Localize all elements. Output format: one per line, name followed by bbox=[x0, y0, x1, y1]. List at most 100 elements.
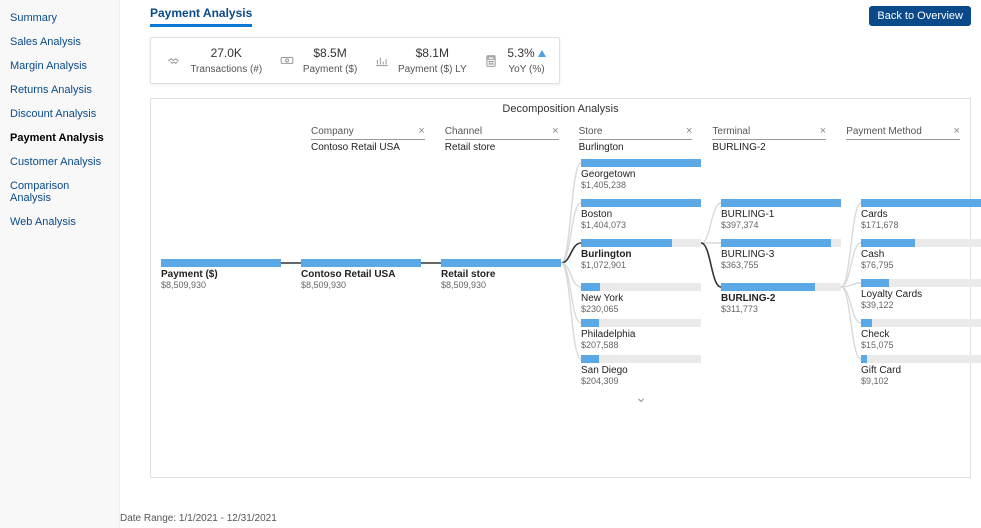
kpi-payment: $8.5M Payment ($) bbox=[277, 46, 357, 75]
node-bar bbox=[581, 355, 701, 363]
tree-node[interactable]: Payment ($)$8,509,930 bbox=[161, 259, 281, 290]
node-label: New York bbox=[581, 293, 701, 304]
sidebar-item-comparison-analysis[interactable]: Comparison Analysis bbox=[0, 174, 119, 210]
sidebar-item-summary[interactable]: Summary bbox=[0, 6, 119, 30]
node-value: $230,065 bbox=[581, 304, 701, 314]
back-to-overview-button[interactable]: Back to Overview bbox=[869, 6, 971, 26]
sidebar-item-returns-analysis[interactable]: Returns Analysis bbox=[0, 78, 119, 102]
tree-node[interactable]: Contoso Retail USA$8,509,930 bbox=[301, 259, 421, 290]
node-label: Georgetown bbox=[581, 169, 701, 180]
node-value: $15,075 bbox=[861, 340, 981, 350]
tree-node[interactable]: Burlington$1,072,901 bbox=[581, 239, 701, 270]
tree-node[interactable]: Retail store$8,509,930 bbox=[441, 259, 561, 290]
tree-node[interactable]: BURLING-2$311,773 bbox=[721, 283, 841, 314]
breadcrumb-level: Terminal bbox=[712, 126, 750, 137]
node-bar bbox=[721, 283, 841, 291]
close-icon[interactable]: × bbox=[820, 125, 826, 137]
node-value: $8,509,930 bbox=[441, 280, 561, 290]
breadcrumb-level: Company bbox=[311, 126, 354, 137]
node-value: $1,404,073 bbox=[581, 220, 701, 230]
sidebar-item-customer-analysis[interactable]: Customer Analysis bbox=[0, 150, 119, 174]
node-bar bbox=[861, 239, 981, 247]
node-value: $76,795 bbox=[861, 260, 981, 270]
chevron-down-icon[interactable]: ⌄ bbox=[635, 389, 647, 528]
tree-node[interactable]: BURLING-3$363,755 bbox=[721, 239, 841, 270]
kpi-transactions: 27.0K Transactions (#) bbox=[164, 46, 262, 75]
tree-node[interactable]: Georgetown$1,405,238 bbox=[581, 159, 701, 190]
node-bar bbox=[861, 199, 981, 207]
kpi-value: $8.5M bbox=[303, 46, 357, 60]
breadcrumb-value bbox=[846, 140, 960, 142]
node-label: Philadelphia bbox=[581, 329, 701, 340]
kpi-payment-ly: $8.1M Payment ($) LY bbox=[372, 46, 467, 75]
node-value: $8,509,930 bbox=[301, 280, 421, 290]
tree-node[interactable]: Philadelphia$207,588 bbox=[581, 319, 701, 350]
node-value: $9,102 bbox=[861, 376, 981, 386]
cash-icon bbox=[277, 51, 297, 71]
breadcrumb-level: Store bbox=[579, 126, 603, 137]
sidebar-item-margin-analysis[interactable]: Margin Analysis bbox=[0, 54, 119, 78]
node-bar bbox=[581, 239, 701, 247]
node-label: BURLING-2 bbox=[721, 293, 841, 304]
node-bar bbox=[861, 279, 981, 287]
node-bar bbox=[721, 239, 841, 247]
sidebar-item-web-analysis[interactable]: Web Analysis bbox=[0, 210, 119, 234]
tree-node[interactable]: Check$15,075 bbox=[861, 319, 981, 350]
kpi-card: 27.0K Transactions (#) $8.5M Payment ($) bbox=[150, 37, 560, 84]
kpi-label: Transactions (#) bbox=[190, 64, 262, 75]
tree-node[interactable]: Gift Card$9,102 bbox=[861, 355, 981, 386]
node-value: $1,405,238 bbox=[581, 180, 701, 190]
kpi-value: 5.3% bbox=[507, 46, 545, 60]
calculator-icon bbox=[481, 51, 501, 71]
node-label: Boston bbox=[581, 209, 701, 220]
decomposition-title: Decomposition Analysis bbox=[151, 99, 970, 115]
tree-node[interactable]: BURLING-1$397,374 bbox=[721, 199, 841, 230]
tree-node[interactable]: Boston$1,404,073 bbox=[581, 199, 701, 230]
node-label: Loyalty Cards bbox=[861, 289, 981, 300]
breadcrumb-channel[interactable]: Channel×Retail store bbox=[445, 123, 559, 153]
main: Payment Analysis Back to Overview 27.0K … bbox=[120, 0, 981, 528]
node-bar bbox=[581, 199, 701, 207]
trend-up-icon bbox=[538, 50, 546, 57]
breadcrumb-value: Contoso Retail USA bbox=[311, 140, 425, 153]
node-label: Contoso Retail USA bbox=[301, 269, 421, 280]
tree-node[interactable]: Loyalty Cards$39,122 bbox=[861, 279, 981, 310]
node-value: $8,509,930 bbox=[161, 280, 281, 290]
sidebar-item-sales-analysis[interactable]: Sales Analysis bbox=[0, 30, 119, 54]
node-label: San Diego bbox=[581, 365, 701, 376]
tree-node[interactable]: Cards$171,678 bbox=[861, 199, 981, 230]
node-value: $1,072,901 bbox=[581, 260, 701, 270]
tree-node[interactable]: Cash$76,795 bbox=[861, 239, 981, 270]
handshake-icon bbox=[164, 51, 184, 71]
kpi-label: Payment ($) LY bbox=[398, 64, 467, 75]
node-label: Check bbox=[861, 329, 981, 340]
tree-node[interactable]: New York$230,065 bbox=[581, 283, 701, 314]
decomposition-tree[interactable]: Payment ($)$8,509,930Contoso Retail USA$… bbox=[161, 259, 960, 467]
kpi-value: $8.1M bbox=[398, 46, 467, 60]
close-icon[interactable]: × bbox=[552, 125, 558, 137]
node-label: Cards bbox=[861, 209, 981, 220]
node-label: Gift Card bbox=[861, 365, 981, 376]
sidebar: SummarySales AnalysisMargin AnalysisRetu… bbox=[0, 0, 120, 528]
node-bar bbox=[581, 159, 701, 167]
breadcrumb-level: Payment Method bbox=[846, 126, 922, 137]
close-icon[interactable]: × bbox=[418, 125, 424, 137]
close-icon[interactable]: × bbox=[686, 125, 692, 137]
breadcrumb-store[interactable]: Store×Burlington bbox=[579, 123, 693, 153]
app-root: SummarySales AnalysisMargin AnalysisRetu… bbox=[0, 0, 981, 528]
page-title: Payment Analysis bbox=[150, 6, 252, 27]
breadcrumb-payment-method[interactable]: Payment Method × bbox=[846, 123, 960, 153]
node-value: $397,374 bbox=[721, 220, 841, 230]
sidebar-item-payment-analysis[interactable]: Payment Analysis bbox=[0, 126, 119, 150]
breadcrumb-value: BURLING-2 bbox=[712, 140, 826, 153]
node-value: $204,309 bbox=[581, 376, 701, 386]
breadcrumb-terminal[interactable]: Terminal × BURLING-2 bbox=[712, 123, 826, 153]
bar-chart-icon bbox=[372, 51, 392, 71]
breadcrumb-level: Channel bbox=[445, 126, 482, 137]
tree-node[interactable]: San Diego$204,309 bbox=[581, 355, 701, 386]
kpi-label: YoY (%) bbox=[507, 64, 545, 75]
decomposition-panel: Decomposition Analysis Company × Contoso R… bbox=[150, 98, 971, 478]
breadcrumb-company[interactable]: Company × Contoso Retail USA bbox=[311, 123, 425, 153]
close-icon[interactable]: × bbox=[954, 125, 960, 137]
sidebar-item-discount-analysis[interactable]: Discount Analysis bbox=[0, 102, 119, 126]
